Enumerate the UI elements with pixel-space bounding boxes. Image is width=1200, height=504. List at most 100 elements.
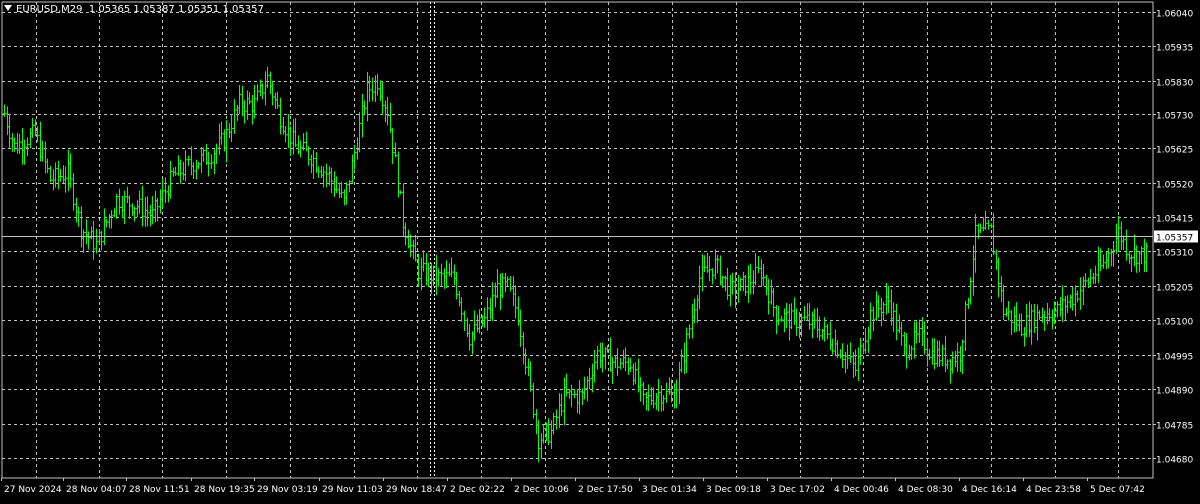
ohlc-bar [933,338,936,370]
ohlc-bar [570,384,573,408]
ohlc-bar [913,321,916,359]
ohlc-bar [918,319,921,344]
ohlc-bar [384,100,387,123]
ohlc-bar [1076,290,1079,303]
ohlc-bar [701,254,704,292]
ohlc-bar [581,388,584,406]
ohlc-bar [207,151,210,177]
symbol-label: EURUSD,M29 [16,4,83,15]
ohlc-bar [1112,240,1115,267]
ohlc-bar [486,297,489,331]
ohlc-bar [299,140,302,158]
ohlc-bar [417,253,420,287]
ohlc-bar [790,303,793,330]
ohlc-bar [233,99,236,134]
y-tick-label: 1.05520 [1156,181,1193,191]
ohlc-bar [435,254,438,296]
ohlc-bar [818,316,821,341]
ohlc-bar [348,179,351,193]
ohlc-bar [169,160,172,199]
ohlc-bar [864,328,867,354]
x-tick-label: 4 Dec 08:30 [898,485,953,495]
ohlc-bar [1020,313,1023,337]
ohlc-bar [202,147,205,162]
y-tick-label: 1.05100 [1156,318,1193,328]
ohlc-bar [522,332,525,365]
ohlc-bar [652,387,655,409]
ohlc-bar [151,196,154,225]
ohlc-bar [366,71,369,122]
ohlc-bar [312,149,315,180]
ohlc-bar [287,114,290,148]
ohlc-bar [184,150,187,182]
ohlc-bar [95,228,98,254]
x-tick-label: 29 Nov 03:19 [257,485,318,495]
ohlc-bar [872,306,875,332]
ohlc-bar [1099,248,1102,272]
ohlc-bar [529,361,532,392]
ohlc-bar [757,255,760,274]
ohlc-bar [363,100,366,115]
ohlc-bar [422,250,425,272]
ohlc-bar [760,259,763,287]
ohlc-bar [688,324,691,339]
ohlc-bar [632,363,635,386]
ohlc-bar [547,418,550,446]
ohlc-bar [726,267,729,300]
ohlc-bar [200,147,203,173]
ohlc-bar [885,282,888,315]
ohlc-bar [75,197,78,223]
ohlc-bar [440,263,443,287]
ohlc-bar [519,309,522,347]
ohlc-bar [443,268,446,289]
ohlc-bar [141,185,144,227]
ohlc-bar [1094,265,1097,285]
ohlc-bar [941,344,944,367]
ohlc-bar [414,235,417,262]
ohlc-bar [739,277,742,292]
ohlc-bar [995,249,998,270]
ohlc-bar [126,186,129,204]
ohlc-bar [138,190,141,214]
ohlc-bar [18,133,21,154]
y-tick-label: 1.05415 [1156,215,1193,225]
ohlc-bar [340,181,343,198]
ohlc-bar [1071,286,1074,311]
ohlc-bar [862,342,865,355]
ohlc-bar [305,131,308,152]
ohlc-bar [1038,310,1041,321]
ohlc-bar [1002,284,1005,320]
ohlc-bar [159,189,162,214]
ohlc-bar [895,303,898,341]
ohlc-bar [1140,246,1143,265]
ohlc-bar [391,128,394,165]
y-tick-label: 1.05935 [1156,44,1193,54]
y-tick-label: 1.05730 [1156,112,1193,122]
ohlc-bar [294,118,297,147]
ohlc-bar [179,159,182,184]
ohlc-bar [146,196,149,227]
ohlc-bar [471,331,474,355]
ohlc-bar [775,304,778,335]
ohlc-bar [455,271,458,300]
ohlc-bar [427,262,430,287]
ohlc-bar [1128,251,1131,265]
ohlc-bar [788,304,791,341]
ohlc-bar [374,75,377,103]
ohlc-bar [558,393,561,429]
ohlc-bar [803,306,806,321]
ohlc-bar [629,358,632,372]
ohlc-bar [826,324,829,340]
ohlc-bar [205,143,208,165]
collapse-triangle-icon[interactable] [4,5,12,11]
ohlc-bar [361,93,364,138]
ohlc-bar [243,100,246,124]
ohlc-bar [368,75,371,102]
ohlc-bar [882,301,885,321]
ohlc-bar [1056,301,1059,318]
ohlc-bar [696,294,699,324]
ohlc-bar [105,218,108,228]
ohlc-bar [82,229,85,253]
ohlc-bar [961,339,964,375]
ohlc-bar [678,361,681,405]
